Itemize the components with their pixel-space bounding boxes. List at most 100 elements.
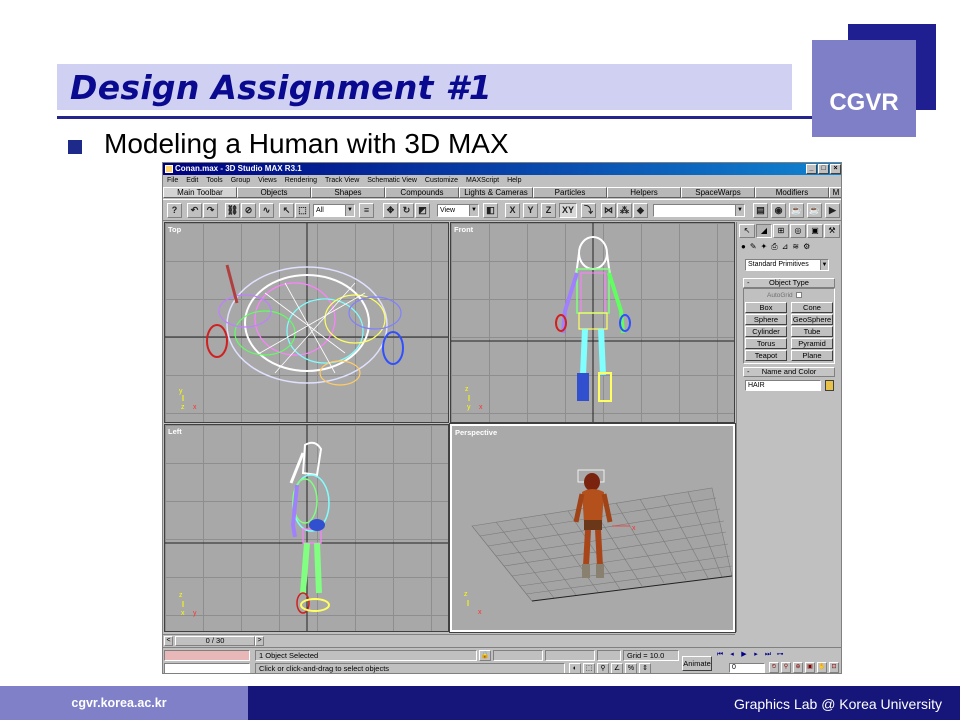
menu-file[interactable]: File [167,175,178,186]
select-object-icon[interactable]: ↖ [279,203,294,218]
array-icon[interactable]: ⁂ [617,203,632,218]
tab-main-toolbar[interactable]: Main Toolbar [163,187,237,198]
lights-icon[interactable]: ✦ [761,242,768,254]
menu-tools[interactable]: Tools [206,175,222,186]
pan-icon[interactable]: ✋ [817,662,827,673]
time-configuration-icon[interactable]: ⏲ [769,662,779,673]
help-mode-icon[interactable]: ? [167,203,182,218]
zoom-all-icon[interactable]: ⊕ [793,662,803,673]
percent-snap-icon[interactable]: % [625,663,637,673]
systems-icon[interactable]: ⚙ [803,242,810,254]
tab-compounds[interactable]: Compounds [385,187,459,198]
menu-maxscript[interactable]: MAXScript [466,175,499,186]
window-crossing-icon[interactable]: ⬚ [583,663,595,673]
snap-toggle-icon[interactable]: ⚲ [597,663,609,673]
select-link-icon[interactable]: ⛓ [225,203,240,218]
name-color-rollout-header[interactable]: - Name and Color [743,367,835,377]
maximize-button[interactable]: □ [818,164,829,174]
go-to-start-icon[interactable]: ⏮ [715,650,725,660]
align-icon[interactable]: ◆ [633,203,648,218]
render-scene-icon[interactable]: ☕ [789,203,804,218]
tab-helpers[interactable]: Helpers [607,187,681,198]
object-color-swatch[interactable] [825,380,834,391]
autogrid-checkbox[interactable]: AutoGrid [767,292,802,299]
previous-frame-icon[interactable]: ◂ [727,650,737,660]
plane-button[interactable]: Plane [791,350,833,361]
menu-track-view[interactable]: Track View [325,175,359,186]
axis-y-button[interactable]: Y [523,203,538,218]
shapes-icon[interactable]: ✎ [750,242,757,254]
redo-icon[interactable]: ↷ [203,203,218,218]
angle-snap-icon[interactable]: ∠ [611,663,623,673]
region-select-icon[interactable]: ⬚ [295,203,310,218]
close-button[interactable]: × [830,164,841,174]
go-to-end-icon[interactable]: ⏭ [763,650,773,660]
display-tab-icon[interactable]: ▣ [807,224,823,238]
select-by-name-icon[interactable]: ≡ [359,203,374,218]
material-editor-icon[interactable]: ◉ [771,203,786,218]
reference-coordinate-dropdown[interactable]: View ▼ [437,204,479,217]
menu-help[interactable]: Help [507,175,521,186]
object-name-field[interactable]: HAIR [745,380,821,391]
menu-views[interactable]: Views [258,175,277,186]
next-frame-icon[interactable]: ▸ [751,650,761,660]
inverse-kinematics-icon[interactable]: ⤵ [581,203,596,218]
sphere-button[interactable]: Sphere [745,314,787,325]
spinner-snap-icon[interactable]: ⇕ [639,663,651,673]
render-last-icon[interactable]: ▶ [825,203,840,218]
motion-tab-icon[interactable]: ◎ [790,224,806,238]
move-icon[interactable]: ✥ [383,203,398,218]
named-selection-dropdown[interactable]: ▼ [653,204,745,217]
geosphere-button[interactable]: GeoSphere [791,314,833,325]
hierarchy-tab-icon[interactable]: ⊞ [773,224,789,238]
unlink-icon[interactable]: ⊘ [241,203,256,218]
undo-icon[interactable]: ↶ [187,203,202,218]
menu-schematic-view[interactable]: Schematic View [367,175,417,186]
selection-filter-dropdown[interactable]: All ▼ [313,204,355,217]
menu-customize[interactable]: Customize [425,175,458,186]
cylinder-button[interactable]: Cylinder [745,326,787,337]
mirror-icon[interactable]: ⋈ [601,203,616,218]
track-view-icon[interactable]: ▤ [753,203,768,218]
viewport-perspective[interactable]: Perspective z x x [449,423,736,633]
menu-edit[interactable]: Edit [186,175,198,186]
utilities-tab-icon[interactable]: ⚒ [824,224,840,238]
maxscript-listener-mini[interactable] [164,650,250,661]
axis-x-button[interactable]: X [505,203,520,218]
quick-render-icon[interactable]: ☕ [807,203,822,218]
axis-xy-button[interactable]: XY [559,203,577,218]
viewport-front[interactable]: Front z y x [450,222,735,423]
helpers-icon[interactable]: ⊿ [782,242,789,254]
tab-more[interactable]: M [829,187,841,198]
viewport-top[interactable]: Top y z x [164,222,449,423]
maxscript-input-mini[interactable] [164,663,250,673]
time-slider-thumb[interactable]: 0 / 30 [175,636,255,646]
bind-spacewarp-icon[interactable]: ∿ [259,203,274,218]
menu-rendering[interactable]: Rendering [285,175,317,186]
tab-particles[interactable]: Particles [533,187,607,198]
min-max-toggle-icon[interactable]: ⊡ [829,662,839,673]
window-titlebar[interactable]: Conan.max - 3D Studio MAX R3.1 _ □ × [163,163,841,175]
degradation-override-icon[interactable]: ◐ [569,663,581,673]
current-frame-field[interactable]: 0 [729,663,765,673]
pivot-center-icon[interactable]: ◧ [483,203,498,218]
object-type-rollout-header[interactable]: - Object Type [743,278,835,288]
primitive-category-dropdown[interactable]: Standard Primitives ▼ [745,259,829,271]
tab-lights-cameras[interactable]: Lights & Cameras [459,187,533,198]
tab-modifiers[interactable]: Modifiers [755,187,829,198]
time-prev-icon[interactable]: < [164,636,173,646]
tab-shapes[interactable]: Shapes [311,187,385,198]
animate-button[interactable]: Animate [682,656,712,671]
tube-button[interactable]: Tube [791,326,833,337]
tab-objects[interactable]: Objects [237,187,311,198]
box-button[interactable]: Box [745,302,787,313]
teapot-button[interactable]: Teapot [745,350,787,361]
torus-button[interactable]: Torus [745,338,787,349]
create-tab-icon[interactable]: ↖ [739,224,755,238]
axis-z-button[interactable]: Z [541,203,556,218]
menu-group[interactable]: Group [231,175,250,186]
tab-spacewarps[interactable]: SpaceWarps [681,187,755,198]
lock-selection-icon[interactable]: 🔒 [479,650,491,661]
modify-tab-icon[interactable]: ◢ [756,224,772,238]
zoom-icon[interactable]: ⚲ [781,662,791,673]
